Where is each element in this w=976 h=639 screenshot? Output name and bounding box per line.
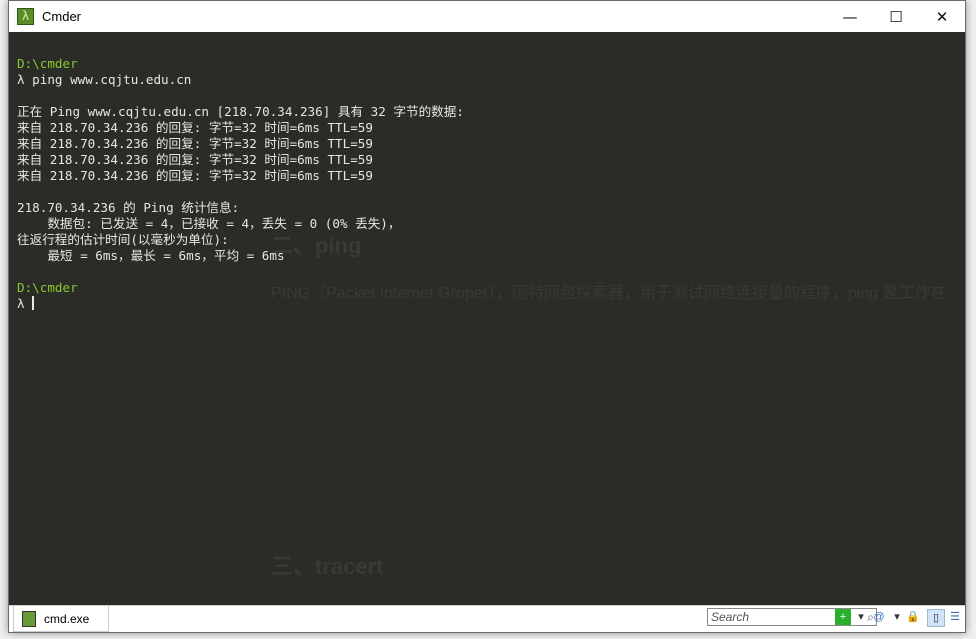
terminal-line: 往返行程的估计时间(以毫秒为单位): — [17, 232, 464, 248]
line-text: 来自 218.70.34.236 的回复: 字节=32 时间=6ms TTL=5… — [17, 152, 373, 167]
list-icon[interactable]: ☰ — [947, 609, 963, 625]
search-placeholder: Search — [711, 610, 750, 624]
terminal-line: 来自 218.70.34.236 的回复: 字节=32 时间=6ms TTL=5… — [17, 168, 464, 184]
split-icon[interactable]: ▯ — [927, 609, 945, 627]
lock-icon[interactable]: 🔒 — [905, 609, 921, 625]
terminal-line: λ ping www.cqjtu.edu.cn — [17, 72, 464, 88]
line-text: 正在 Ping www.cqjtu.edu.cn [218.70.34.236]… — [17, 104, 464, 119]
cmder-window: λ Cmder — ☐ ✕ 二、ping PING（Packet Interne… — [8, 0, 966, 633]
terminal-line: 218.70.34.236 的 Ping 统计信息: — [17, 200, 464, 216]
line-text: λ ping www.cqjtu.edu.cn — [17, 72, 192, 87]
terminal-line: 最短 = 6ms，最长 = 6ms，平均 = 6ms — [17, 248, 464, 264]
terminal-line: 数据包: 已发送 = 4，已接收 = 4，丢失 = 0 (0% 丢失)， — [17, 216, 464, 232]
terminal-lines: D:\cmder λ ping www.cqjtu.edu.cn 正在 Ping w… — [17, 56, 464, 312]
cmd-icon — [22, 610, 36, 627]
prompt-path: D:\cmder — [17, 56, 464, 72]
line-text: 来自 218.70.34.236 的回复: 字节=32 时间=6ms TTL=5… — [17, 168, 373, 183]
window-title: Cmder — [42, 9, 82, 24]
dropdown-icon[interactable]: ▾ — [853, 609, 869, 625]
terminal-output[interactable]: 二、ping PING（Packet Internet Groper），因特网包… — [9, 32, 965, 606]
text-cursor — [32, 296, 35, 310]
lambda-icon: λ — [17, 8, 34, 25]
line-text: 最短 = 6ms，最长 = 6ms，平均 = 6ms — [17, 248, 285, 263]
background-heading-tracert: 三、tracert — [271, 554, 384, 579]
close-button[interactable]: ✕ — [919, 1, 965, 32]
line-text: 数据包: 已发送 = 4，已接收 = 4，丢失 = 0 (0% 丢失)， — [17, 216, 401, 231]
terminal-line: λ — [17, 296, 464, 312]
minimize-button[interactable]: — — [827, 1, 873, 32]
maximize-button[interactable]: ☐ — [873, 1, 919, 32]
tab-label: cmd.exe — [44, 611, 90, 626]
settings-icon[interactable]: @ — [871, 609, 887, 625]
line-text: D:\cmder — [17, 280, 78, 295]
menu-icon[interactable]: ▾ — [889, 609, 905, 625]
status-bar: cmd.exe Search ⌕ + ▾ @ ▾ 🔒 ▯ ☰ — [9, 605, 965, 632]
line-text: 218.70.34.236 的 Ping 统计信息: — [17, 200, 240, 215]
terminal-line: 来自 218.70.34.236 的回复: 字节=32 时间=6ms TTL=5… — [17, 136, 464, 152]
line-text: D:\cmder — [17, 56, 78, 71]
terminal-line: 来自 218.70.34.236 的回复: 字节=32 时间=6ms TTL=5… — [17, 120, 464, 136]
prompt-path: D:\cmder — [17, 280, 464, 296]
tab-cmd[interactable]: cmd.exe — [13, 606, 109, 632]
line-text: 往返行程的估计时间(以毫秒为单位): — [17, 232, 229, 247]
new-console-icon[interactable]: + — [835, 609, 851, 625]
search-input[interactable]: Search ⌕ — [707, 608, 877, 626]
terminal-line: 来自 218.70.34.236 的回复: 字节=32 时间=6ms TTL=5… — [17, 152, 464, 168]
line-text: 来自 218.70.34.236 的回复: 字节=32 时间=6ms TTL=5… — [17, 136, 373, 151]
line-text: 来自 218.70.34.236 的回复: 字节=32 时间=6ms TTL=5… — [17, 120, 373, 135]
title-bar[interactable]: λ Cmder — ☐ ✕ — [9, 1, 965, 32]
terminal-line: 正在 Ping www.cqjtu.edu.cn [218.70.34.236]… — [17, 104, 464, 120]
line-text: λ — [17, 296, 33, 311]
